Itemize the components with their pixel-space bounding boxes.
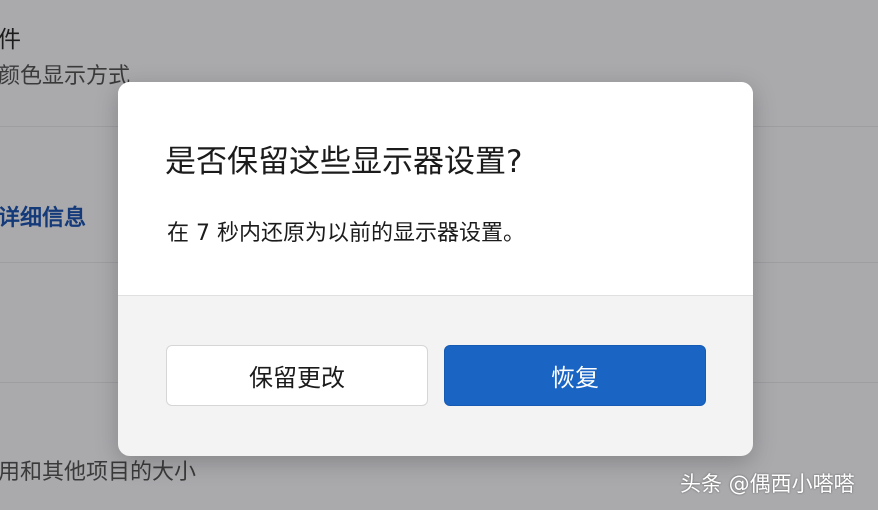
revert-button[interactable]: 恢复 (444, 345, 706, 406)
dialog-content-area: 是否保留这些显示器设置? 在 7 秒内还原为以前的显示器设置。 (118, 82, 753, 296)
settings-section-title: 件 (0, 27, 21, 53)
keep-display-settings-dialog: 是否保留这些显示器设置? 在 7 秒内还原为以前的显示器设置。 保留更改 恢复 (118, 82, 753, 456)
settings-section-subtitle: 颜色显示方式 (0, 64, 131, 89)
keep-changes-button[interactable]: 保留更改 (166, 345, 428, 406)
settings-row-text: 用和其他项目的大小 (0, 460, 197, 485)
dialog-message: 在 7 秒内还原为以前的显示器设置。 (167, 221, 525, 246)
dialog-title: 是否保留这些显示器设置? (165, 144, 523, 180)
details-link[interactable]: 详细信息 (0, 200, 86, 232)
watermark: 头条 @偶西小嗒嗒 (680, 472, 855, 496)
